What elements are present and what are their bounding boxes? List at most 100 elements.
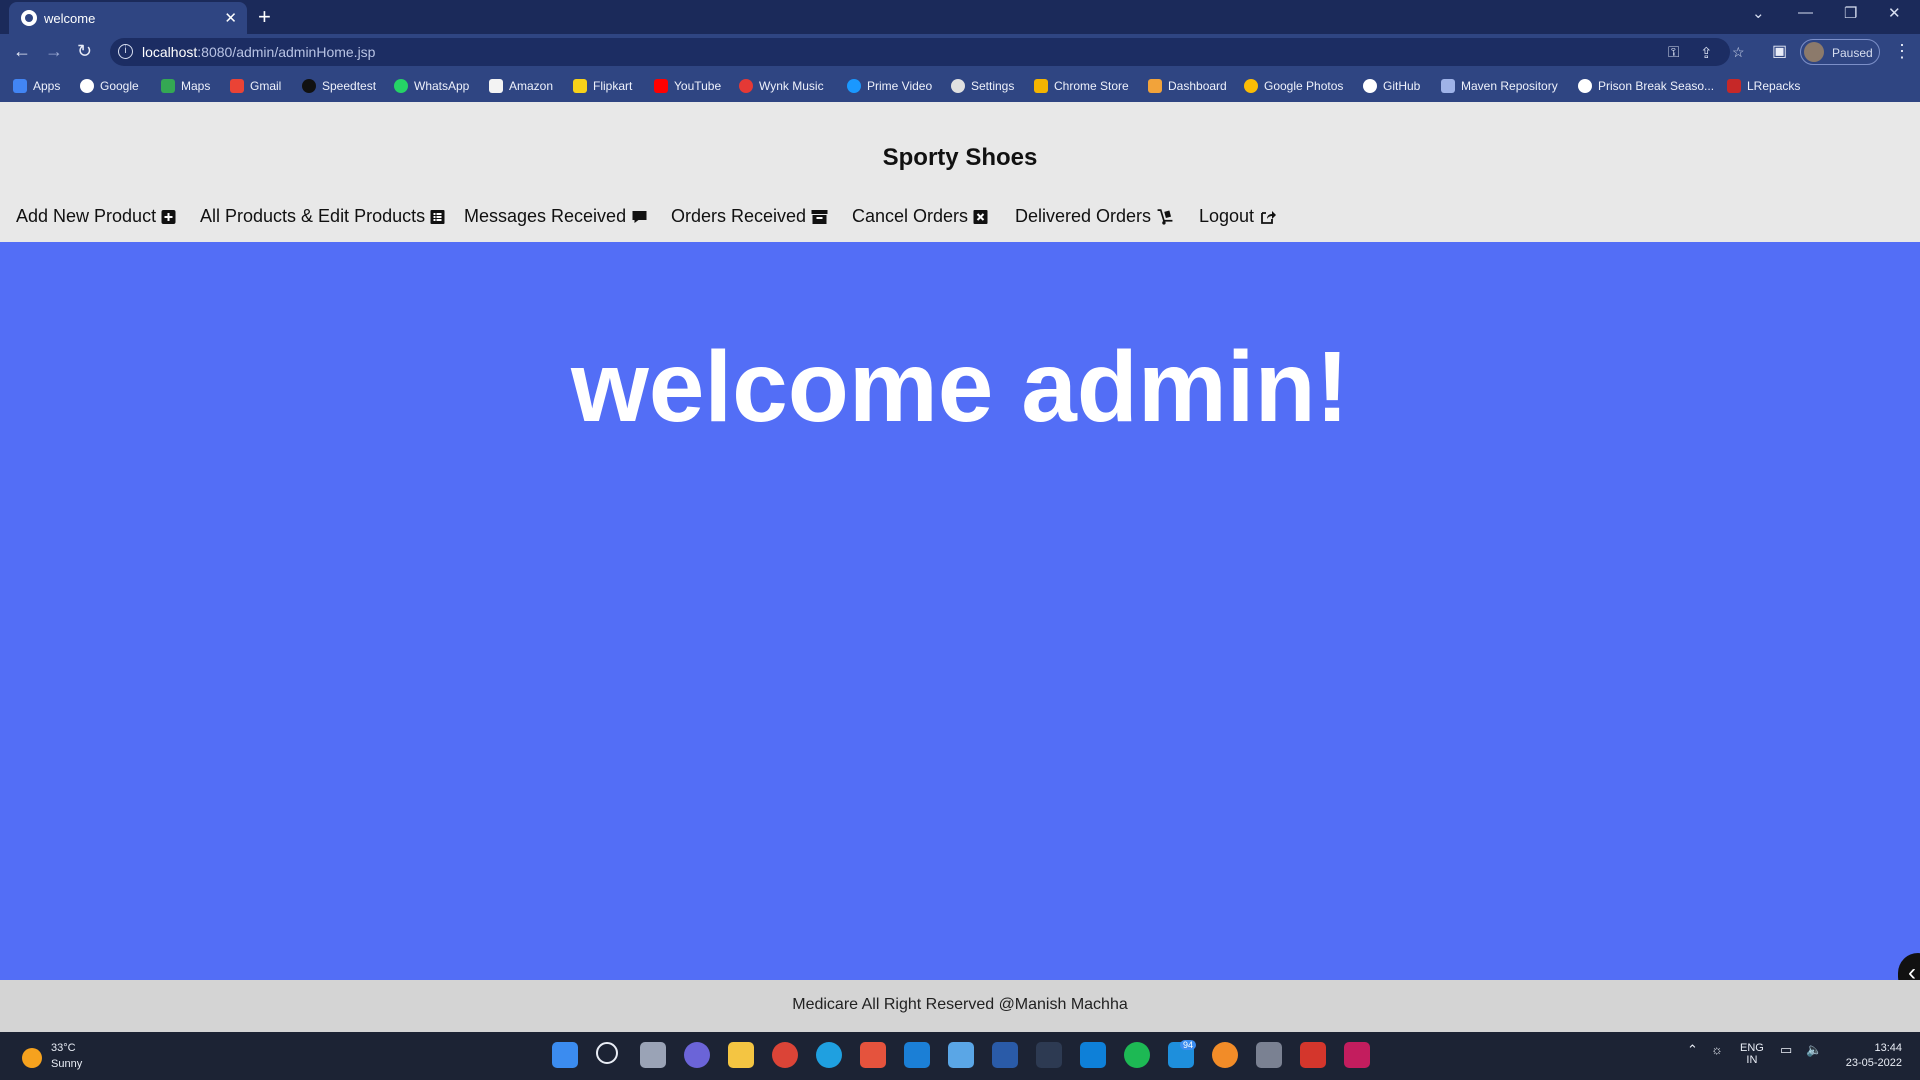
bookmark-apps[interactable]: Apps: [13, 76, 60, 96]
youtube-icon: [654, 79, 668, 93]
browser-toolbar: ← → ↻ i localhost:8080/admin/adminHome.j…: [0, 34, 1920, 70]
photos-icon: [1244, 79, 1258, 93]
bookmark-whatsapp[interactable]: WhatsApp: [394, 76, 469, 96]
postman-icon[interactable]: [1300, 1042, 1326, 1068]
bookmark-google-photos[interactable]: Google Photos: [1244, 76, 1343, 96]
bookmark-lrepacks[interactable]: LRepacks: [1727, 76, 1800, 96]
bookmark-github[interactable]: GitHub: [1363, 76, 1420, 96]
new-tab-button[interactable]: +: [258, 4, 271, 30]
notification-badge: 94: [1180, 1040, 1197, 1050]
nav-label: Cancel Orders: [852, 206, 969, 226]
list-alt-icon: [430, 209, 445, 224]
minimize-button[interactable]: —: [1798, 4, 1813, 21]
site-header: Sporty Shoes Add New Product All Product…: [0, 102, 1920, 242]
store-icon[interactable]: [860, 1042, 886, 1068]
chrome-icon[interactable]: [772, 1042, 798, 1068]
calculator-icon[interactable]: [1256, 1042, 1282, 1068]
region-code: IN: [1746, 1054, 1758, 1066]
forward-icon[interactable]: →: [45, 41, 63, 62]
task-view-icon[interactable]: [640, 1042, 666, 1068]
address-bar[interactable]: i localhost:8080/admin/adminHome.jsp ⚿ ⇪…: [110, 38, 1745, 66]
intellij-icon[interactable]: [1344, 1042, 1370, 1068]
tab-close-icon[interactable]: ✕: [224, 9, 237, 27]
bookmark-prison-break[interactable]: Prison Break Seaso...: [1578, 76, 1714, 96]
language-code: ENG: [1740, 1042, 1764, 1054]
more-menu-icon[interactable]: ⋮: [1893, 41, 1911, 62]
bookmark-speedtest[interactable]: Speedtest: [302, 76, 376, 96]
bookmark-gmail[interactable]: Gmail: [230, 76, 281, 96]
remote-desktop-icon[interactable]: [948, 1042, 974, 1068]
mail-icon[interactable]: [904, 1042, 930, 1068]
key-icon[interactable]: ⚿: [1668, 44, 1679, 61]
spotify-icon[interactable]: [1124, 1042, 1150, 1068]
taskbar: 33°C Sunny 94 ⌃ ☼ ENG IN ▭ 🔈 13:44 23-05-…: [0, 1032, 1920, 1080]
gear-icon: [951, 79, 965, 93]
nav-label: Delivered Orders: [1015, 206, 1152, 226]
nav-label: Messages Received: [464, 206, 627, 226]
nav-all-products[interactable]: All Products & Edit Products: [200, 206, 445, 227]
chevron-up-icon[interactable]: ⌃: [1687, 1042, 1698, 1058]
nav-add-new-product[interactable]: Add New Product: [16, 206, 176, 227]
vscode-icon[interactable]: [1080, 1042, 1106, 1068]
amazon-icon: [489, 79, 503, 93]
start-icon[interactable]: [552, 1042, 578, 1068]
clock[interactable]: 13:44 23-05-2022: [1832, 1042, 1902, 1069]
language-indicator[interactable]: ENG IN: [1740, 1042, 1764, 1066]
lrepacks-icon: [1727, 79, 1741, 93]
bookmarks-bar: Apps Google Maps Gmail Speedtest WhatsAp…: [0, 70, 1920, 102]
profile-status: Paused: [1832, 46, 1873, 60]
network-icon[interactable]: ▭: [1780, 1042, 1792, 1058]
bookmark-maps[interactable]: Maps: [161, 76, 210, 96]
bookmark-dashboard[interactable]: Dashboard: [1148, 76, 1227, 96]
teams-chat-icon[interactable]: [684, 1042, 710, 1068]
dolly-icon: [1157, 209, 1173, 225]
tab-title: welcome: [44, 11, 96, 26]
maven-icon: [1441, 79, 1455, 93]
nav-orders-received[interactable]: Orders Received: [671, 206, 828, 227]
volume-icon[interactable]: 🔈: [1806, 1042, 1822, 1058]
store-icon: [1034, 79, 1048, 93]
magnifier-icon[interactable]: [1212, 1042, 1238, 1068]
file-explorer-icon[interactable]: [728, 1042, 754, 1068]
browser-tab[interactable]: welcome ✕: [9, 2, 247, 34]
nav-label: Orders Received: [671, 206, 807, 226]
search-icon[interactable]: [596, 1042, 618, 1064]
back-icon[interactable]: ←: [13, 41, 31, 62]
edge-icon[interactable]: [816, 1042, 842, 1068]
tab-search-icon[interactable]: ⌄: [1752, 4, 1765, 22]
browser-tabstrip: welcome ✕ + ⌄ — ❐ ✕: [0, 0, 1920, 34]
nav-messages-received[interactable]: Messages Received: [464, 206, 648, 227]
nav-delivered-orders[interactable]: Delivered Orders: [1015, 206, 1174, 227]
bookmark-star-icon[interactable]: ☆: [1732, 44, 1745, 61]
bookmark-amazon[interactable]: Amazon: [489, 76, 553, 96]
bookmark-youtube[interactable]: YouTube: [654, 76, 721, 96]
bookmark-chrome-store[interactable]: Chrome Store: [1034, 76, 1129, 96]
bookmark-settings[interactable]: Settings: [951, 76, 1014, 96]
restore-button[interactable]: ❐: [1844, 4, 1857, 22]
bookmark-flipkart[interactable]: Flipkart: [573, 76, 632, 96]
bookmark-prime-video[interactable]: Prime Video: [847, 76, 932, 96]
flipkart-icon: [573, 79, 587, 93]
nav-logout[interactable]: Logout: [1199, 206, 1277, 227]
side-panel-icon[interactable]: ▣: [1772, 41, 1787, 61]
weather-temp: 33°C: [51, 1042, 76, 1054]
profile-button[interactable]: Paused: [1800, 39, 1880, 65]
welcome-heading: welcome admin!: [571, 331, 1349, 443]
bookmark-maven-repository[interactable]: Maven Repository: [1441, 76, 1558, 96]
eclipse-icon[interactable]: [1036, 1042, 1062, 1068]
share-icon[interactable]: ⇪: [1700, 44, 1713, 62]
site-footer: Medicare All Right Reserved @Manish Mach…: [0, 980, 1920, 1032]
bookmark-wynk-music[interactable]: Wynk Music: [739, 76, 824, 96]
sun-icon: [22, 1048, 42, 1068]
bookmark-google[interactable]: Google: [80, 76, 139, 96]
nav-cancel-orders[interactable]: Cancel Orders: [852, 206, 988, 227]
close-window-button[interactable]: ✕: [1888, 4, 1901, 22]
powershell-icon[interactable]: [992, 1042, 1018, 1068]
nav-label: Logout: [1199, 206, 1255, 226]
nav-label: Add New Product: [16, 206, 157, 226]
reload-icon[interactable]: ↻: [77, 41, 92, 62]
brightness-icon[interactable]: ☼: [1711, 1042, 1723, 1057]
whatsapp-icon: [394, 79, 408, 93]
prime-video-icon: [847, 79, 861, 93]
site-info-icon[interactable]: i: [118, 44, 133, 59]
